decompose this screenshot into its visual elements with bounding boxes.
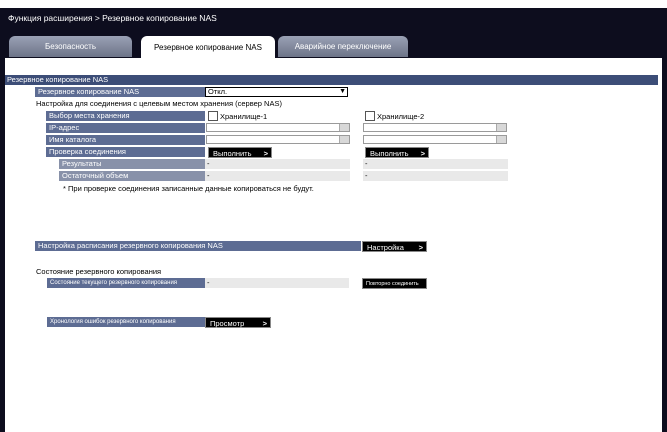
results-value-1: -: [205, 159, 350, 169]
keyboard-icon[interactable]: [339, 136, 349, 143]
directory-input-1[interactable]: [206, 135, 350, 144]
storage-select-label: Выбор места хранения: [46, 111, 205, 121]
storage2-label: Хранилище-2: [377, 112, 425, 121]
results-value-2: -: [363, 159, 508, 169]
remaining-value-2: -: [363, 171, 508, 181]
nas-backup-value: Откл.: [208, 87, 228, 96]
run-check-button-2[interactable]: Выполнить >: [365, 147, 429, 158]
storage2-checkbox[interactable]: [365, 111, 375, 121]
chevron-right-icon: >: [263, 149, 268, 158]
directory-input-2[interactable]: [363, 135, 507, 144]
schedule-setup-button[interactable]: Настройка >: [362, 241, 427, 252]
section-header: Резервное копирование NAS: [5, 75, 658, 85]
remaining-value-1: -: [205, 171, 350, 181]
ip-input-2[interactable]: [363, 123, 507, 132]
keyboard-icon[interactable]: [496, 124, 506, 131]
ip-input-1[interactable]: [206, 123, 350, 132]
error-log-label: Хронология ошибок резервного копирования: [47, 317, 205, 327]
run-check-button-1[interactable]: Выполнить >: [208, 147, 272, 158]
storage1-checkbox[interactable]: [208, 111, 218, 121]
view-label: Просмотр: [210, 319, 245, 328]
connection-check-label: Проверка соединения: [46, 147, 205, 157]
nas-backup-select[interactable]: Откл. ▼: [205, 87, 348, 97]
tab-failover[interactable]: Аварийное переключение: [278, 36, 408, 57]
chevron-right-icon: >: [420, 149, 425, 158]
run-check-label: Выполнить: [213, 149, 252, 158]
run-check-label: Выполнить: [370, 149, 409, 158]
connection-heading: Настройка для соединения с целевым место…: [36, 99, 282, 108]
schedule-label: Настройка расписания резервного копирова…: [35, 241, 361, 251]
content-panel: Резервное копирование NAS Резервное копи…: [5, 58, 662, 432]
chevron-right-icon: >: [418, 243, 423, 252]
status-heading: Состояние резервного копирования: [36, 267, 162, 276]
keyboard-icon[interactable]: [496, 136, 506, 143]
current-status-label: Состояние текущего резервного копировани…: [47, 278, 205, 288]
main-window: Функция расширения > Резервное копирован…: [0, 8, 667, 432]
breadcrumb: Функция расширения > Резервное копирован…: [8, 13, 217, 23]
remaining-label: Остаточный объем: [59, 171, 205, 181]
chevron-down-icon: ▼: [339, 88, 346, 95]
ip-label: IP-адрес: [46, 123, 205, 133]
connection-note: * При проверке соединения записанные дан…: [63, 184, 314, 193]
keyboard-icon[interactable]: [339, 124, 349, 131]
tab-security[interactable]: Безопасность: [9, 36, 132, 57]
current-status-value: -: [205, 278, 349, 288]
results-label: Результаты: [59, 159, 205, 169]
storage1-label: Хранилище-1: [220, 112, 268, 121]
directory-label: Имя каталога: [46, 135, 205, 145]
nas-backup-label: Резервное копирование NAS: [35, 87, 205, 97]
chevron-right-icon: >: [262, 319, 267, 328]
tab-nas-backup[interactable]: Резервное копирование NAS: [141, 36, 275, 58]
view-error-log-button[interactable]: Просмотр >: [205, 317, 271, 328]
reconnect-button[interactable]: Повторно соединить: [362, 278, 427, 289]
setup-label: Настройка: [367, 243, 404, 252]
